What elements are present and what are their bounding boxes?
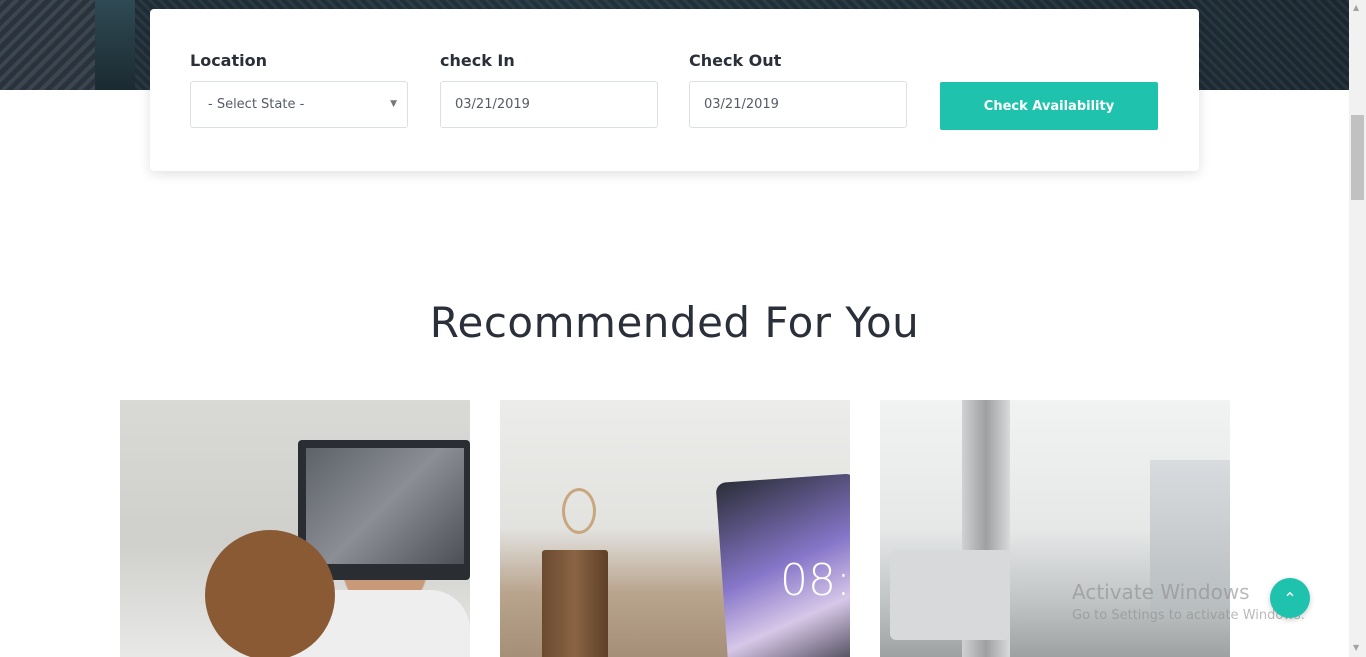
scrollbar-thumb[interactable] bbox=[1351, 115, 1364, 200]
location-label: Location bbox=[190, 51, 267, 70]
scissors-graphic bbox=[562, 488, 596, 534]
availability-search-form: Location - Select State - ▼ check In 03/… bbox=[150, 9, 1199, 171]
imac-graphic bbox=[890, 550, 1010, 640]
checkin-label: check In bbox=[440, 51, 515, 70]
scroll-to-top-button[interactable]: ⌃ bbox=[1270, 578, 1310, 618]
page-scrollbar[interactable]: ▲ ▼ bbox=[1349, 0, 1366, 657]
chevron-up-icon: ⌃ bbox=[1283, 588, 1297, 608]
person-graphic bbox=[205, 530, 335, 657]
location-select[interactable]: - Select State - ▼ bbox=[190, 81, 408, 128]
tablet-clock-text: 08: bbox=[780, 555, 850, 606]
checkout-label: Check Out bbox=[689, 51, 782, 70]
location-select-value: - Select State - bbox=[208, 97, 305, 112]
recommended-card-image-2[interactable]: 08: bbox=[500, 400, 850, 657]
hero-strip bbox=[95, 0, 135, 90]
section-title: Recommended For You bbox=[429, 298, 920, 347]
watermark-subtitle: Go to Settings to activate Windows. bbox=[1072, 608, 1305, 623]
scroll-up-arrow-icon[interactable]: ▲ bbox=[1353, 3, 1359, 12]
chevron-down-icon: ▼ bbox=[390, 99, 397, 109]
hero-pattern bbox=[0, 0, 95, 90]
scroll-down-arrow-icon[interactable]: ▼ bbox=[1353, 643, 1359, 652]
pencil-holder-graphic bbox=[542, 550, 608, 657]
recommended-card-image-1[interactable] bbox=[120, 400, 470, 657]
check-availability-button[interactable]: Check Availability bbox=[940, 82, 1158, 130]
checkin-date-value: 03/21/2019 bbox=[455, 97, 530, 112]
checkin-date-input[interactable]: 03/21/2019 bbox=[440, 81, 658, 128]
checkout-date-value: 03/21/2019 bbox=[704, 97, 779, 112]
checkout-date-input[interactable]: 03/21/2019 bbox=[689, 81, 907, 128]
